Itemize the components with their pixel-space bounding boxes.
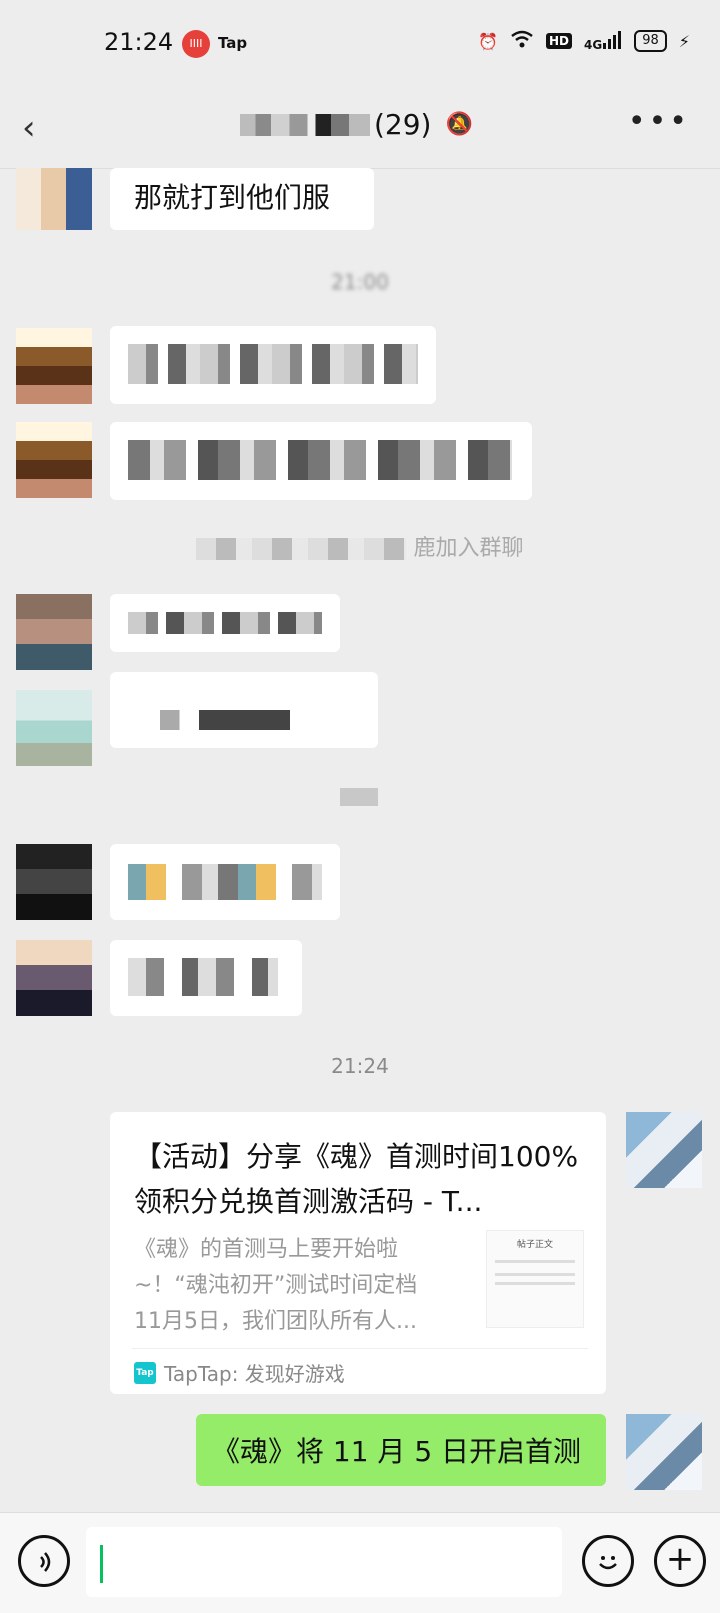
pixelated-name [196, 538, 407, 560]
timestamp-text: 21:00 [331, 270, 389, 294]
text-cursor [100, 1545, 103, 1583]
more-options-icon[interactable]: ••• [628, 104, 690, 139]
link-card[interactable]: 【活动】分享《魂》首测时间100%领积分兑换首测激活码 - T... 《魂》的首… [110, 1112, 606, 1394]
message-bubble[interactable] [110, 594, 340, 652]
mute-bell-icon: 🔕 [445, 112, 473, 137]
tap-notification-label: Tap [218, 34, 248, 52]
alarm-icon: ⏰ [478, 31, 498, 51]
link-card-description: 《魂》的首测马上要开始啦~！“魂沌初开”测试时间定档11月5日，我们团队所有人.… [134, 1237, 418, 1334]
thumbnail-heading: 帖子正文 [516, 1240, 553, 1250]
avatar[interactable] [16, 594, 92, 670]
avatar[interactable] [16, 690, 92, 766]
system-notice: 鹿加入群聊 [0, 530, 720, 562]
pixelated-text [160, 710, 290, 730]
system-notice-text: 鹿加入群聊 [413, 536, 524, 561]
pixelated-text [128, 612, 322, 634]
avatar[interactable] [16, 422, 92, 498]
message-bubble[interactable]: 那就打到他们服 [110, 168, 374, 230]
input-bar: + [0, 1512, 720, 1613]
message-bubble[interactable]: 我 [110, 844, 340, 920]
pixelated-text [128, 864, 322, 900]
app-notification-icon: IIII [182, 30, 210, 58]
member-count: (29) [374, 108, 432, 141]
timestamp-text: 21:24 [331, 1054, 389, 1078]
message-bubble[interactable] [110, 326, 436, 404]
my-avatar[interactable] [626, 1112, 702, 1188]
avatar[interactable] [16, 844, 92, 920]
message-bubble[interactable] [110, 672, 378, 748]
my-message-bubble[interactable]: 《魂》将 11 月 5 日开启首测 [196, 1414, 606, 1486]
message-bubble[interactable] [110, 422, 532, 500]
status-icons: ⏰ HD 4G 98 ⚡ [478, 30, 690, 52]
signal-icon: 4G [584, 30, 622, 52]
emoji-icon[interactable] [582, 1535, 634, 1587]
chat-header: ‹ (29) 🔕 ••• [0, 90, 720, 168]
timestamp-pixelated [340, 788, 378, 806]
message-bubble[interactable] [110, 940, 302, 1016]
timestamp: 21:24 [0, 1054, 720, 1078]
timestamp: 21:00 [0, 270, 720, 294]
signal-label: 4G [584, 37, 603, 52]
taptap-icon: Tap [134, 1361, 156, 1384]
avatar[interactable] [16, 168, 92, 230]
wifi-icon [510, 30, 534, 52]
avatar[interactable] [16, 328, 92, 404]
group-name-pixelated [240, 113, 370, 136]
status-bar: 21:24 IIII Tap ⏰ HD 4G 98 ⚡ [0, 0, 720, 90]
message-text: 那就打到他们服 [134, 181, 331, 214]
link-card-title: 【活动】分享《魂》首测时间100%领积分兑换首测激活码 - T... [134, 1140, 579, 1218]
charging-icon: ⚡ [678, 31, 690, 51]
my-message-text: 《魂》将 11 月 5 日开启首测 [212, 1435, 582, 1468]
thumbnail-lines [495, 1260, 575, 1263]
status-time: 21:24 [104, 28, 174, 56]
message-input[interactable] [86, 1527, 562, 1597]
back-arrow-icon[interactable]: ‹ [22, 108, 36, 148]
link-card-source: Tap TapTap: 发现好游戏 [134, 1358, 345, 1387]
pixelated-text [128, 344, 418, 384]
pixelated-text [128, 440, 512, 480]
my-avatar[interactable] [626, 1414, 702, 1490]
avatar[interactable] [16, 940, 92, 1016]
plus-icon[interactable]: + [654, 1535, 706, 1587]
hd-icon: HD [546, 33, 573, 49]
battery-icon: 98 [634, 30, 667, 52]
pixelated-text [128, 958, 278, 996]
thumbnail-lines [495, 1273, 575, 1276]
chat-title: (29) 🔕 [240, 108, 473, 141]
link-card-separator [132, 1348, 588, 1349]
link-card-source-text: TapTap: 发现好游戏 [164, 1362, 345, 1386]
voice-icon[interactable] [18, 1535, 70, 1587]
thumbnail-lines [495, 1282, 575, 1285]
link-card-thumbnail: 帖子正文 [486, 1230, 584, 1328]
